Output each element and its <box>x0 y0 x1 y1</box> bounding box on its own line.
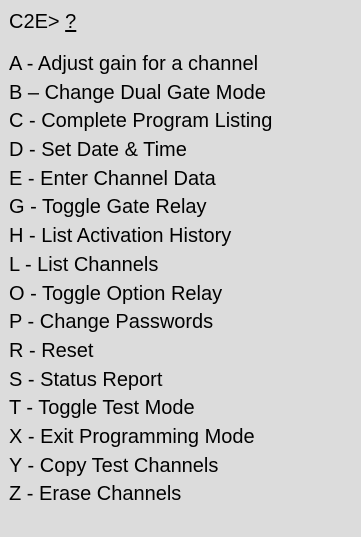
menu-item-program-listing[interactable]: C - Complete Program Listing <box>9 107 361 136</box>
command-menu: A - Adjust gain for a channel B – Change… <box>9 50 361 509</box>
menu-item-activation-history[interactable]: H - List Activation History <box>9 222 361 251</box>
menu-item-set-date-time[interactable]: D - Set Date & Time <box>9 136 361 165</box>
prompt-input[interactable]: ? <box>65 11 76 33</box>
menu-item-toggle-option-relay[interactable]: O - Toggle Option Relay <box>9 280 361 309</box>
menu-item-reset[interactable]: R - Reset <box>9 337 361 366</box>
menu-item-copy-test-channels[interactable]: Y - Copy Test Channels <box>9 452 361 481</box>
menu-item-toggle-test-mode[interactable]: T - Toggle Test Mode <box>9 394 361 423</box>
menu-item-toggle-gate-relay[interactable]: G - Toggle Gate Relay <box>9 193 361 222</box>
prompt-label: C2E> <box>9 11 60 33</box>
menu-item-status-report[interactable]: S - Status Report <box>9 366 361 395</box>
menu-item-list-channels[interactable]: L - List Channels <box>9 251 361 280</box>
menu-item-erase-channels[interactable]: Z - Erase Channels <box>9 480 361 509</box>
menu-item-enter-channel-data[interactable]: E - Enter Channel Data <box>9 165 361 194</box>
menu-item-dual-gate-mode[interactable]: B – Change Dual Gate Mode <box>9 79 361 108</box>
menu-item-adjust-gain[interactable]: A - Adjust gain for a channel <box>9 50 361 79</box>
menu-item-change-passwords[interactable]: P - Change Passwords <box>9 308 361 337</box>
command-prompt[interactable]: C2E> ? <box>9 9 361 35</box>
terminal-window: C2E> ? A - Adjust gain for a channel B –… <box>0 0 361 537</box>
menu-item-exit-programming[interactable]: X - Exit Programming Mode <box>9 423 361 452</box>
